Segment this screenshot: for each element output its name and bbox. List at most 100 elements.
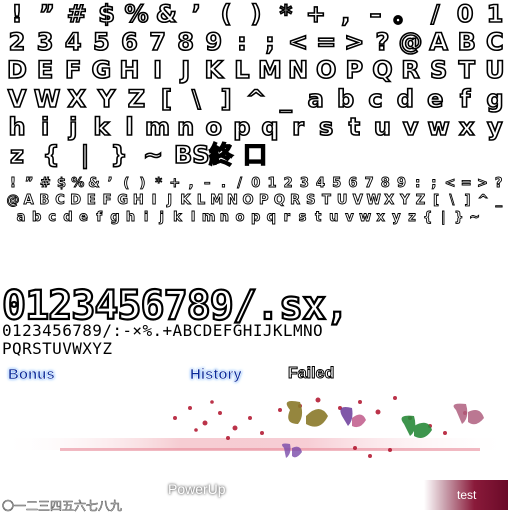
big-glyph: | <box>80 140 90 170</box>
small-glyph: 9 <box>396 176 407 192</box>
small-glyph: g <box>110 210 120 226</box>
big-glyph: G <box>91 55 112 85</box>
small-glyph: m <box>201 210 216 226</box>
big-glyph: 終 <box>208 140 234 170</box>
big-glyph: z <box>9 140 25 170</box>
big-glyph: s <box>318 112 334 142</box>
small-glyph: ] <box>464 193 471 209</box>
small-glyph: R <box>290 193 301 209</box>
small-glyph: | <box>440 210 446 226</box>
mid-font-line-2: PQRSTUVWXYZ <box>2 339 113 358</box>
small-glyph: W <box>366 193 381 209</box>
big-font-row-4: V W X Y Z [\] ^ _ a b c d e f g <box>0 84 512 114</box>
big-glyph: E <box>36 55 54 85</box>
small-glyph: h <box>125 210 136 226</box>
big-glyph: ^ <box>245 84 267 114</box>
big-glyph: } <box>110 140 129 170</box>
big-glyph: [ <box>160 84 173 114</box>
small-glyph: # <box>39 176 51 192</box>
big-glyph: A <box>429 27 449 57</box>
small-glyph: a <box>16 210 26 226</box>
small-glyph: I <box>151 193 157 209</box>
small-glyph: Z <box>415 193 426 209</box>
big-glyph: K <box>204 55 224 85</box>
small-glyph: _ <box>495 193 503 209</box>
small-glyph: w <box>359 210 372 226</box>
big-glyph: V <box>7 84 27 114</box>
small-glyph: 0 <box>251 176 261 192</box>
small-glyph: \ <box>449 193 455 209</box>
big-glyph: – <box>369 0 383 29</box>
big-glyph: H <box>119 55 141 85</box>
mid-font-line-1: 0123456789/:-×%.+ABCDEFGHIJKLMNO <box>2 321 324 340</box>
small-glyph: 8 <box>380 176 390 192</box>
small-glyph: [ <box>433 193 440 209</box>
butterfly-pink <box>453 403 484 425</box>
small-glyph: n <box>219 210 229 226</box>
small-glyph: L <box>196 193 206 209</box>
big-glyph: m <box>144 112 171 142</box>
test-button[interactable]: test <box>424 480 508 510</box>
small-glyph: l <box>190 210 196 226</box>
big-glyph: k <box>93 112 111 142</box>
small-glyph: z <box>408 210 416 226</box>
small-glyph: 5 <box>332 176 342 192</box>
small-glyph: ! <box>10 176 17 192</box>
big-glyph: ! <box>11 0 24 29</box>
big-glyph: ] <box>220 84 233 114</box>
small-glyph: d <box>63 210 73 226</box>
big-glyph: ? <box>375 27 391 57</box>
big-glyph: / <box>430 0 440 29</box>
big-glyph: > <box>343 27 365 57</box>
big-glyph: e <box>426 84 444 114</box>
small-glyph: / <box>237 176 243 192</box>
big-glyph: S <box>429 55 448 85</box>
big-glyph: y <box>486 112 503 142</box>
big-glyph: c <box>368 84 384 114</box>
big-glyph: u <box>373 112 392 142</box>
small-glyph: G <box>117 193 129 209</box>
big-glyph: J <box>180 55 191 85</box>
butterfly-purple <box>340 407 366 428</box>
butterfly-green <box>401 415 432 438</box>
small-glyph: M <box>210 193 224 209</box>
big-font-row-3: DEFGHIJKLMNOPQRSTU <box>0 55 512 85</box>
big-glyph: t <box>348 112 361 142</box>
big-glyph: # <box>66 0 88 29</box>
small-font-row-3: a b c d e f g h i j k l m n o p q r s t u v w x y z {|} ~ <box>0 210 512 226</box>
small-glyph: 1 <box>267 176 277 192</box>
failed-label: Failed <box>287 365 335 383</box>
big-glyph: x <box>458 112 475 142</box>
big-glyph: o <box>205 112 223 142</box>
big-glyph: 3 <box>36 27 54 57</box>
bonus-label: Bonus <box>8 366 55 384</box>
big-glyph: 。 <box>393 0 419 29</box>
big-glyph: 5 <box>92 27 110 57</box>
butterfly-streak-graphic <box>0 396 512 458</box>
small-glyph: r <box>283 210 291 226</box>
small-glyph: U <box>336 193 348 209</box>
small-glyph: , <box>188 176 194 192</box>
big-glyph: _ <box>279 84 293 114</box>
small-glyph: O <box>242 193 254 209</box>
big-glyph: h <box>8 112 27 142</box>
small-glyph: S <box>306 193 316 209</box>
small-glyph: e <box>79 210 89 226</box>
small-glyph: k <box>173 210 183 226</box>
small-glyph: : <box>415 176 421 192</box>
big-glyph: f <box>459 84 471 114</box>
small-glyph: % <box>71 176 85 192</box>
small-glyph: o <box>235 210 245 226</box>
small-glyph: { <box>423 210 433 226</box>
big-glyph: Y <box>97 84 116 114</box>
small-glyph: ” <box>24 176 34 192</box>
big-glyph: b <box>336 84 355 114</box>
big-glyph: \ <box>191 84 201 114</box>
small-glyph: @ <box>6 193 20 209</box>
big-glyph: { <box>42 140 61 170</box>
small-glyph: c <box>48 210 57 226</box>
big-glyph: n <box>176 112 195 142</box>
small-glyph: Y <box>400 193 410 209</box>
big-glyph: l <box>125 112 135 142</box>
small-glyph: E <box>86 193 96 209</box>
